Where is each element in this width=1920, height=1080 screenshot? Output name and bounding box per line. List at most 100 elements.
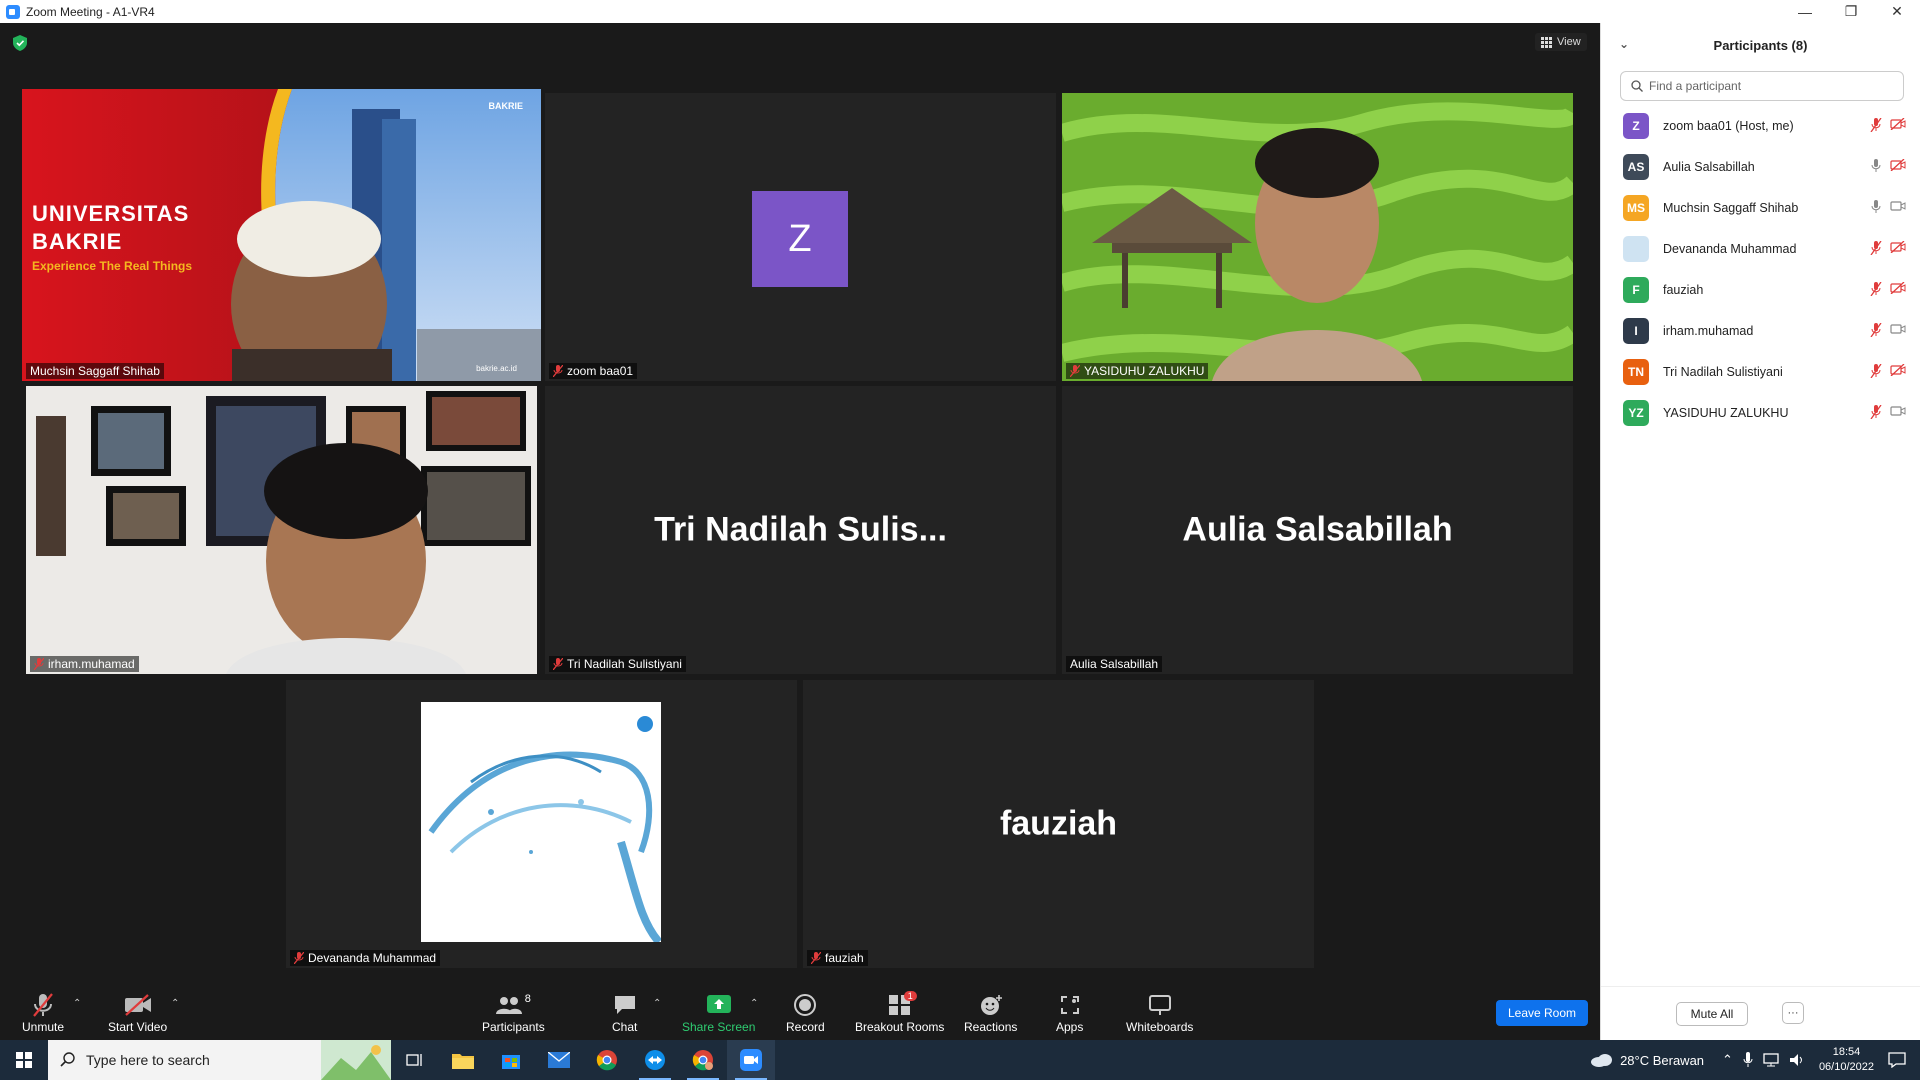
participant-name: Tri Nadilah Sulistiyani (1663, 364, 1783, 379)
participant-search[interactable] (1620, 71, 1904, 101)
mic-muted-icon[interactable] (1870, 405, 1882, 419)
window-titlebar: Zoom Meeting - A1-VR4 — ❐ ✕ (0, 0, 1920, 23)
microphone-icon[interactable] (1743, 1052, 1753, 1068)
video-icon[interactable] (1890, 323, 1906, 335)
participant-avatar: TN (1623, 358, 1649, 385)
leave-room-button[interactable]: Leave Room (1496, 1000, 1588, 1026)
participant-name: Muchsin Saggaff Shihab (1663, 200, 1799, 215)
participant-search-input[interactable] (1649, 79, 1889, 93)
chat-icon (614, 996, 635, 1014)
mute-all-button[interactable]: Mute All (1676, 1002, 1748, 1026)
taskbar-search-input[interactable] (86, 1052, 306, 1068)
participant-name: fauziah (1663, 282, 1704, 297)
mic-muted-icon[interactable] (1870, 118, 1882, 132)
video-tile-yasiduhu[interactable]: YASIDUHU ZALUKHU (1062, 93, 1573, 381)
video-off-icon[interactable] (1890, 159, 1906, 171)
record-icon (794, 994, 817, 1016)
more-options-button[interactable]: ··· (1782, 1002, 1804, 1024)
microsoft-store-icon[interactable] (487, 1040, 535, 1080)
unmute-button[interactable]: Unmute (22, 992, 64, 1034)
tile-display-name: fauziah (999, 804, 1118, 843)
meeting-toolbar: Unmute ⌃ Start Video ⌃ 8 Participants Ch… (0, 980, 1600, 1040)
zoom-taskbar-icon[interactable] (727, 1040, 775, 1080)
chrome-icon[interactable] (583, 1040, 631, 1080)
reactions-button[interactable]: Reactions (964, 992, 1017, 1034)
notifications-icon[interactable] (1888, 1052, 1906, 1068)
chat-options-caret-icon[interactable]: ⌃ (653, 998, 661, 1009)
video-tile-muchsin[interactable]: UNIVERSITAS BAKRIE Experience The Real T… (22, 89, 541, 381)
participant-avatar: Z (1623, 112, 1649, 139)
record-button[interactable]: Record (786, 992, 825, 1034)
participant-name: Devananda Muhammad (1663, 241, 1797, 256)
video-icon[interactable] (1890, 200, 1906, 212)
participant-row[interactable]: Iirham.muhamad (1601, 310, 1920, 351)
mic-muted-icon[interactable] (1870, 323, 1882, 337)
video-tile-devananda[interactable]: Devananda Muhammad (286, 680, 797, 968)
mic-muted-icon[interactable] (1870, 241, 1882, 255)
apps-button[interactable]: Apps (1056, 992, 1083, 1034)
weather-text[interactable]: 28°C Berawan (1620, 1053, 1704, 1068)
audio-options-caret-icon[interactable]: ⌃ (73, 998, 81, 1009)
file-explorer-icon[interactable] (439, 1040, 487, 1080)
taskbar-clock[interactable]: 18:54 06/10/2022 (1819, 1045, 1874, 1075)
participant-row[interactable]: YZ YASIDUHU ZALUKHU (1601, 392, 1920, 433)
view-button[interactable]: View (1535, 33, 1587, 51)
chrome-profile-icon[interactable] (679, 1040, 727, 1080)
security-shield-icon[interactable] (13, 35, 27, 51)
breakout-badge: 1 (903, 991, 917, 1001)
task-view-icon[interactable] (391, 1040, 439, 1080)
minimize-icon[interactable]: — (1782, 0, 1828, 23)
restore-icon[interactable]: ❐ (1828, 0, 1874, 23)
share-options-caret-icon[interactable]: ⌃ (750, 998, 758, 1009)
mic-muted-icon[interactable] (1870, 282, 1882, 296)
share-screen-button[interactable]: Share Screen (682, 992, 755, 1034)
mail-icon[interactable] (535, 1040, 583, 1080)
teamviewer-icon[interactable] (631, 1040, 679, 1080)
volume-icon[interactable] (1789, 1053, 1805, 1067)
taskbar-search[interactable] (48, 1040, 391, 1080)
participant-avatar: AS (1623, 153, 1649, 180)
reactions-icon (980, 995, 1002, 1015)
windows-logo-icon (16, 1052, 32, 1068)
overlay-text-bakrie: BAKRIE (32, 229, 123, 254)
participant-row[interactable]: AS Aulia Salsabillah (1601, 146, 1920, 187)
video-off-icon[interactable] (1890, 364, 1906, 376)
network-icon[interactable] (1763, 1053, 1779, 1067)
participant-row[interactable]: Zzoom baa01 (Host, me) (1601, 105, 1920, 146)
video-tile-zoom-baa01[interactable]: Z zoom baa01 (545, 93, 1056, 381)
apps-icon (1060, 996, 1079, 1014)
video-icon[interactable] (1890, 405, 1906, 417)
video-tile-aulia[interactable]: Aulia Salsabillah Aulia Salsabillah (1062, 386, 1573, 674)
mic-icon[interactable] (1870, 200, 1882, 214)
windows-start-button[interactable] (0, 1040, 48, 1080)
mic-muted-icon (553, 658, 563, 670)
video-options-caret-icon[interactable]: ⌃ (171, 998, 179, 1009)
window-title: Zoom Meeting - A1-VR4 (26, 4, 155, 19)
participant-row[interactable]: MS Muchsin Saggaff Shihab (1601, 187, 1920, 228)
show-hidden-icons-chevron-icon[interactable]: ⌃ (1722, 1052, 1733, 1068)
overlay-text-universitas: UNIVERSITAS (32, 201, 190, 226)
mic-icon[interactable] (1870, 159, 1882, 173)
start-video-button[interactable]: Start Video (108, 992, 167, 1034)
video-off-icon[interactable] (1890, 241, 1906, 253)
video-tile-irham[interactable]: irham.muhamad (26, 386, 537, 674)
breakout-rooms-button[interactable]: 1 Breakout Rooms (855, 991, 944, 1034)
mic-muted-icon[interactable] (1870, 364, 1882, 378)
participant-name: irham.muhamad (1663, 323, 1754, 338)
grid-view-icon (1541, 36, 1552, 48)
mic-muted-icon (33, 993, 53, 1017)
participant-row[interactable]: Ffauziah (1601, 269, 1920, 310)
participant-row[interactable]: Devananda Muhammad (1601, 228, 1920, 269)
whiteboards-button[interactable]: Whiteboards (1126, 992, 1193, 1034)
collapse-chevron-icon[interactable]: ⌄ (1619, 37, 1629, 51)
video-off-icon[interactable] (1890, 282, 1906, 294)
windows-taskbar: 28°C Berawan ⌃ 18:54 06/10/2022 (0, 1040, 1920, 1080)
video-tile-tri-nadilah[interactable]: Tri Nadilah Sulis... Tri Nadilah Sulisti… (545, 386, 1056, 674)
participant-row[interactable]: TN Tri Nadilah Sulistiyani (1601, 351, 1920, 392)
overlay-url: bakrie.ac.id (476, 364, 517, 373)
participants-button[interactable]: 8 Participants (482, 992, 545, 1034)
close-icon[interactable]: ✕ (1874, 0, 1920, 23)
video-off-icon[interactable] (1890, 118, 1906, 130)
video-tile-fauziah[interactable]: fauziah fauziah (803, 680, 1314, 968)
chat-button[interactable]: Chat (612, 992, 637, 1034)
